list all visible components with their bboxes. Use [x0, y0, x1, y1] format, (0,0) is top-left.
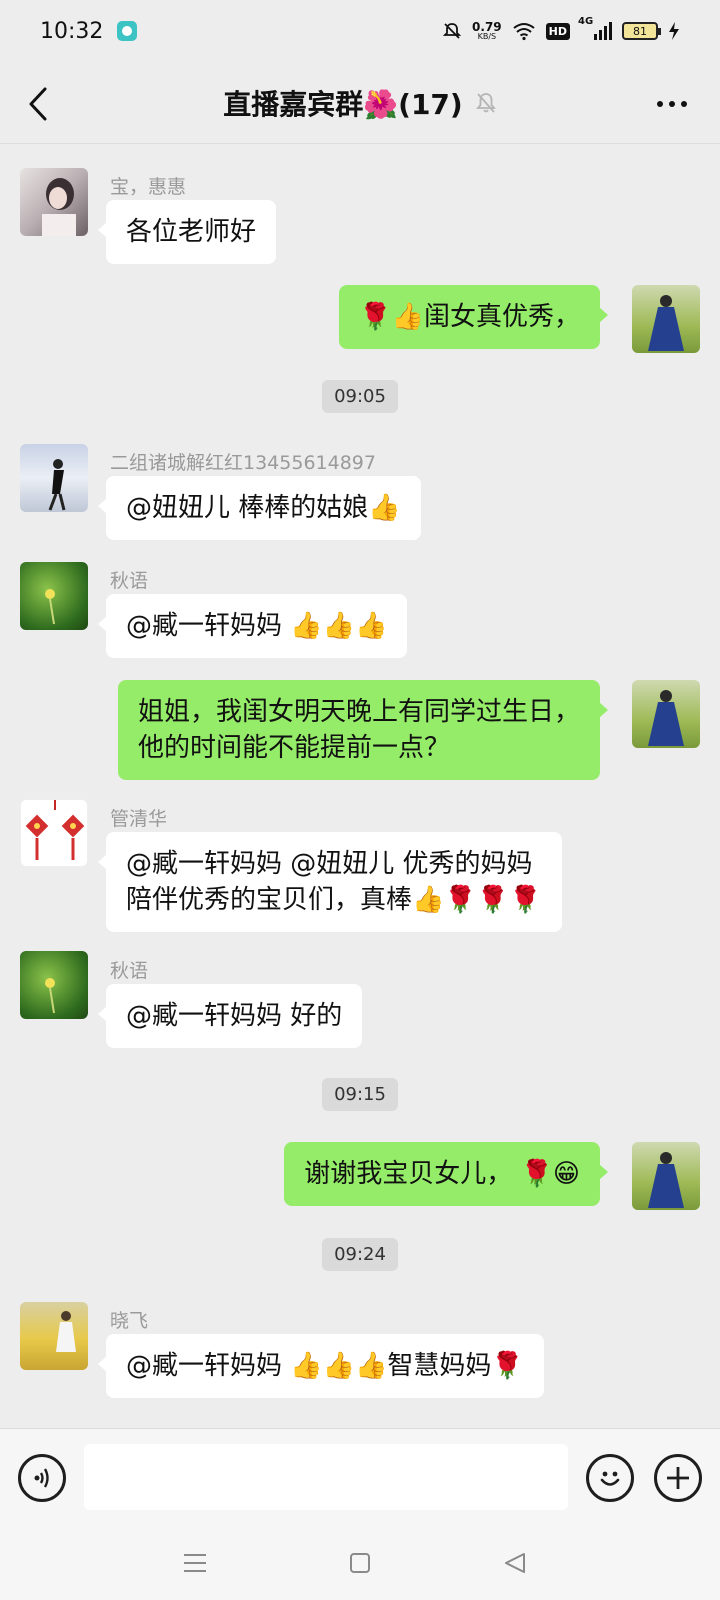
net-speed: 0.79 KB/S	[472, 21, 502, 41]
message-bubble[interactable]: @臧一轩妈妈 好的	[97, 984, 363, 1048]
message-line: 姐姐，我闺女明天晚上有同学过生日，	[137, 697, 580, 727]
more-button[interactable]	[648, 88, 696, 120]
message-line: @臧一轩妈妈 @妞妞儿 优秀的妈妈	[126, 849, 533, 879]
time-stamp: 09:05	[0, 380, 720, 413]
app-notification-icon	[117, 21, 138, 41]
time-stamp-label: 09:24	[322, 1238, 398, 1271]
more-icon	[657, 101, 663, 107]
charging-icon	[669, 22, 679, 40]
avatar[interactable]	[20, 562, 88, 630]
message-line: 陪伴优秀的宝贝们，真棒👍🌹🌹🌹	[126, 885, 542, 915]
battery-level: 81	[633, 24, 647, 38]
input-bar	[0, 1428, 720, 1526]
emoji-icon	[600, 1471, 620, 1486]
message-bubble[interactable]: 各位老师好	[97, 200, 277, 264]
network-type: 4G	[578, 16, 594, 27]
message-bubble[interactable]: 谢谢我宝贝女儿， 🌹😁	[284, 1142, 608, 1206]
avatar[interactable]	[20, 168, 88, 236]
avatar[interactable]	[20, 444, 88, 512]
plus-button[interactable]	[654, 1454, 702, 1502]
cellular-signal: 4G	[578, 16, 612, 40]
my-avatar[interactable]	[632, 285, 700, 353]
message-bubble[interactable]: @臧一轩妈妈 👍👍👍	[97, 594, 408, 658]
status-indicators: 0.79 KB/S HD 4G 81	[442, 16, 680, 41]
system-back-button[interactable]	[500, 1548, 530, 1578]
message-line: 他的时间能不能提前一点？	[137, 733, 450, 763]
message-input[interactable]	[84, 1444, 568, 1510]
status-bar: 10:32 0.79 KB/S HD 4G 81	[0, 0, 720, 62]
back-button[interactable]	[20, 84, 56, 124]
sender-name: 晓飞	[110, 1310, 149, 1332]
sender-name: 秋语	[110, 960, 149, 982]
hd-badge: HD	[545, 22, 570, 40]
avatar[interactable]	[20, 799, 88, 867]
chat-messages[interactable]: 宝，惠惠 各位老师好 🌹👍闺女真优秀， 09:05 二组诸城解红红1345561…	[0, 144, 720, 1428]
message-bubble[interactable]: 姐姐，我闺女明天晚上有同学过生日， 他的时间能不能提前一点？	[117, 680, 609, 780]
plus-icon	[667, 1467, 689, 1489]
back-icon	[29, 87, 47, 121]
mute-bell-icon	[475, 91, 497, 115]
time-stamp-label: 09:05	[322, 380, 398, 413]
chat-header: 直播嘉宾群🌺(17)	[0, 62, 720, 144]
time-stamp: 09:24	[0, 1238, 720, 1271]
chat-title-wrap: 直播嘉宾群🌺(17)	[223, 83, 496, 123]
wifi-icon	[513, 23, 535, 41]
system-nav-bar	[0, 1526, 720, 1600]
recent-apps-button[interactable]	[180, 1548, 210, 1578]
sender-name: 宝，惠惠	[110, 176, 187, 198]
sender-name: 管清华	[110, 808, 168, 830]
message-bubble[interactable]: @臧一轩妈妈 @妞妞儿 优秀的妈妈 陪伴优秀的宝贝们，真棒👍🌹🌹🌹	[98, 832, 562, 932]
battery-indicator: 81	[622, 22, 661, 40]
message-bubble[interactable]: 🌹👍闺女真优秀，	[339, 285, 608, 349]
menu-icon	[184, 1554, 206, 1572]
voice-button[interactable]	[18, 1454, 66, 1502]
home-icon	[350, 1553, 370, 1573]
mute-status-icon	[442, 23, 462, 39]
chat-title: 直播嘉宾群🌺(17)	[223, 87, 463, 121]
net-speed-unit: KB/S	[477, 32, 497, 41]
message-bubble[interactable]: @妞妞儿 棒棒的姑娘👍	[98, 476, 421, 540]
emoji-button[interactable]	[586, 1454, 634, 1502]
voice-icon	[34, 1468, 49, 1488]
avatar[interactable]	[20, 951, 88, 1019]
my-avatar[interactable]	[632, 680, 700, 748]
my-avatar[interactable]	[632, 1142, 700, 1210]
sender-name: 秋语	[110, 570, 149, 592]
time-stamp-label: 09:15	[322, 1078, 398, 1111]
avatar[interactable]	[20, 1302, 88, 1370]
home-button[interactable]	[345, 1548, 375, 1578]
time-stamp: 09:15	[0, 1078, 720, 1111]
status-time: 10:32	[40, 18, 104, 44]
message-bubble[interactable]: @臧一轩妈妈 👍👍👍智慧妈妈🌹	[98, 1334, 544, 1398]
sender-name: 二组诸城解红红13455614897	[110, 452, 376, 474]
back-triangle-icon	[505, 1553, 525, 1573]
